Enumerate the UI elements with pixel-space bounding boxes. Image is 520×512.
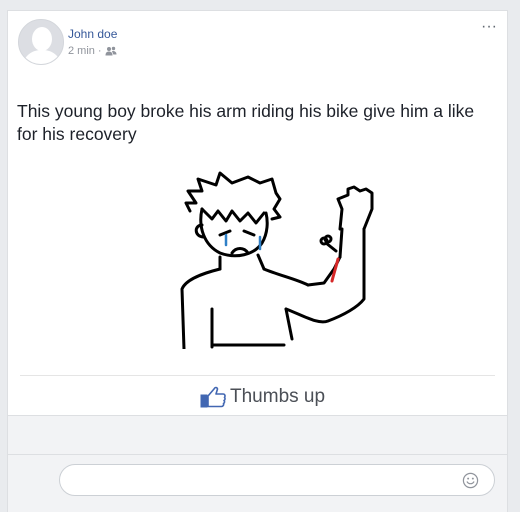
author-name[interactable]: John doe bbox=[68, 27, 117, 41]
hand-outline bbox=[336, 185, 374, 231]
reactions-bar bbox=[7, 416, 508, 455]
post-text: This young boy broke his arm riding his … bbox=[17, 101, 475, 144]
post-meta: 2 min · bbox=[68, 45, 117, 57]
default-avatar-icon bbox=[19, 20, 63, 64]
post-time[interactable]: 2 min bbox=[68, 45, 95, 57]
smiley-icon[interactable] bbox=[462, 472, 479, 489]
comment-input[interactable] bbox=[59, 464, 495, 496]
comment-composer bbox=[7, 455, 508, 512]
thumbs-up-icon bbox=[200, 386, 226, 408]
post-card: John doe 2 min · ··· This young boy brok… bbox=[7, 10, 508, 416]
thumbs-up-label: Thumbs up bbox=[230, 386, 326, 407]
meta-separator: · bbox=[97, 45, 102, 57]
thumbs-up-button[interactable]: Thumbs up bbox=[200, 385, 325, 409]
avatar[interactable] bbox=[18, 19, 64, 65]
more-options-icon[interactable]: ··· bbox=[481, 19, 497, 35]
friends-icon[interactable] bbox=[105, 46, 117, 56]
post-image-drawing bbox=[180, 171, 374, 349]
divider bbox=[20, 375, 495, 376]
bone bbox=[324, 241, 338, 253]
